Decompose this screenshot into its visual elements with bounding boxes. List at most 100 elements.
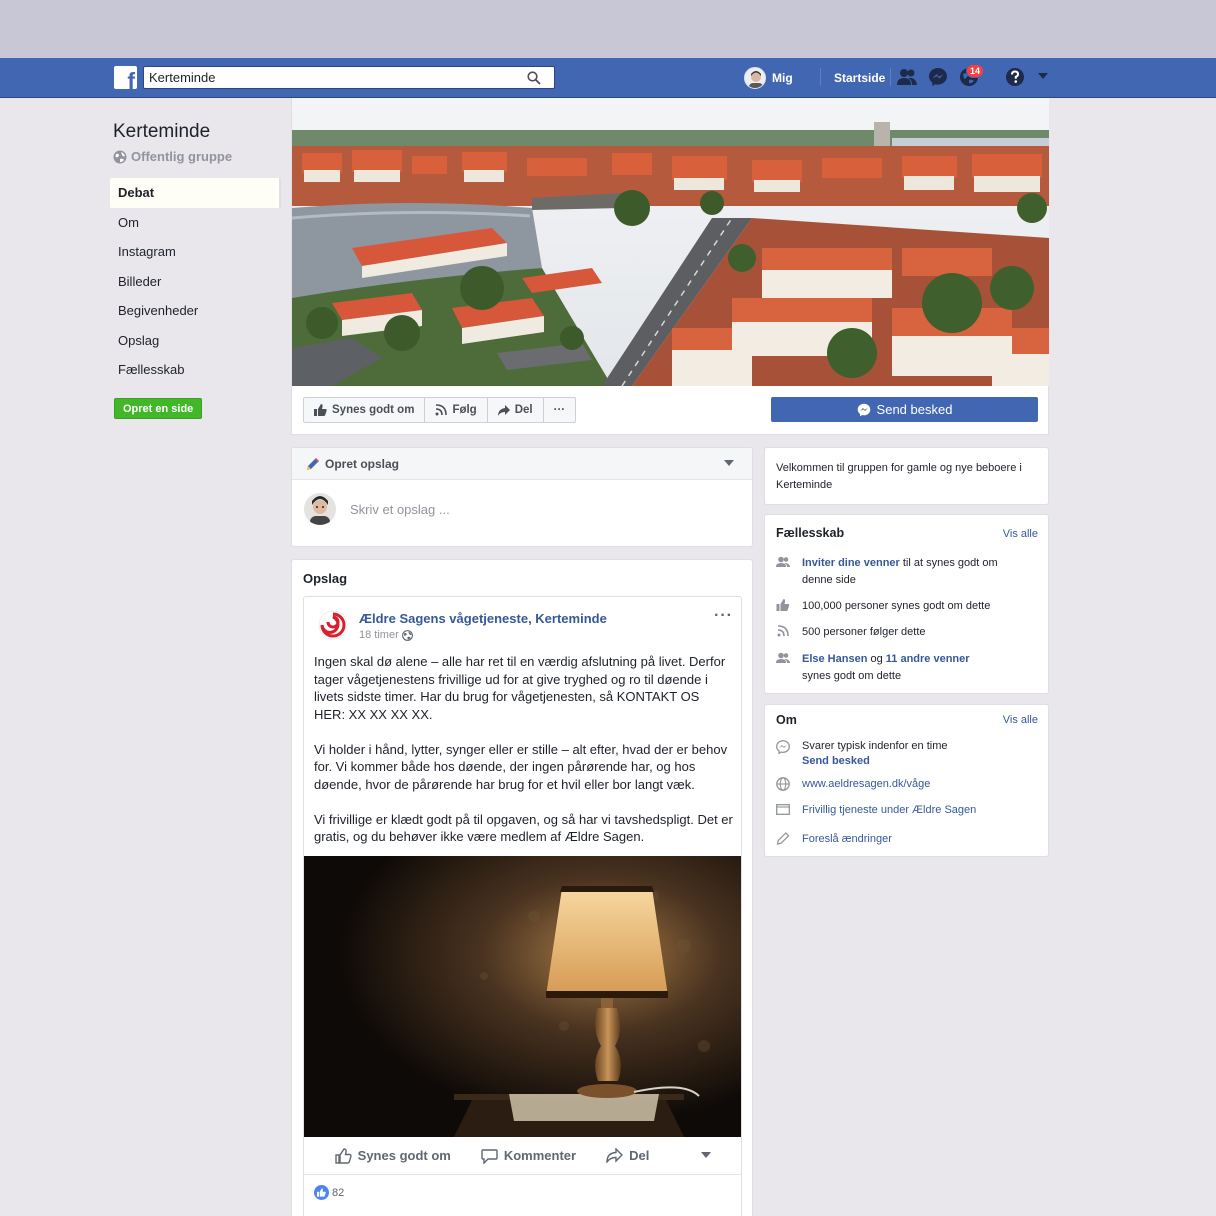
home-label: Startside [834,71,886,85]
share-label: Del [514,404,533,416]
website-row: www.aeldresagen.dk/våge [776,776,930,793]
post-share-label: Del [629,1148,650,1163]
post-text: Ingen skal dø alene – alle har ret til e… [314,653,734,863]
post-comment-button[interactable]: Kommenter [481,1148,576,1164]
invite-friends-row: Inviter dine venner til at synes godt om… [776,555,1016,589]
post-share-button[interactable]: Del [606,1148,649,1163]
category-row: Frivillig tjeneste under Ældre Sagen [776,802,976,819]
people-icon [776,652,790,663]
community-title: Fællesskab [776,526,845,540]
about-see-all-link[interactable]: Vis alle [1003,714,1038,726]
post-author-link[interactable]: Ældre Sagens vågetjeneste, Kerteminde [359,611,607,626]
nav-item-billeder[interactable]: Billeder [110,267,281,297]
search-input[interactable] [144,67,514,88]
nav-item-faellesskab[interactable]: Fællesskab [110,355,281,385]
response-text: Svarer typisk indenfor en time [802,740,948,752]
cover-action-group: Synes godt om Følg Del ··· [303,397,577,423]
post-timestamp[interactable]: 18 timer [359,629,413,641]
cover-card: Synes godt om Følg Del ··· Send besked [291,98,1049,435]
search-button[interactable] [514,67,554,88]
profile-name: Mig [772,71,793,85]
home-link[interactable]: Startside [834,58,885,98]
nav-item-debat[interactable]: Debat [110,178,281,208]
send-message-button[interactable]: Send besked [771,397,1038,422]
community-card: Fællesskab Vis alle Inviter dine venner … [764,514,1049,694]
friends-like-text: synes godt om dette [802,670,902,682]
feed-title: Opslag [303,571,348,586]
chevron-down-icon[interactable] [1038,73,1048,80]
nav-item-om[interactable]: Om [110,208,281,238]
other-friends-link[interactable]: 11 andre venner [886,653,970,665]
post-photo[interactable] [304,856,741,1137]
avatar [304,493,336,525]
nav-item-begivenheder[interactable]: Begivenheder [110,296,281,326]
invite-friends-link[interactable]: Inviter dine venner [802,557,900,569]
follow-button[interactable]: Følg [425,398,488,422]
suggest-edits-link[interactable]: Foreslå ændringer [802,831,892,848]
follows-row: 500 personer følger dette [776,624,926,641]
help-icon[interactable] [1005,67,1025,87]
pencil-icon [776,832,790,845]
nav-divider [820,68,821,86]
about-send-message-link[interactable]: Send besked [802,755,870,767]
rss-icon [435,404,448,416]
avatar [744,67,766,89]
create-page-button[interactable]: Opret en side [114,398,203,419]
share-arrow-icon [497,404,510,416]
like-page-button[interactable]: Synes godt om [304,398,426,422]
friend-and-text: og [867,653,886,665]
friend-name-link[interactable]: Else Hansen [802,653,867,665]
globe-icon [113,150,127,163]
feed-card: Opslag Ældre Sagens vågetjeneste, Kertem… [291,559,753,1216]
profile-link[interactable]: Mig [744,58,793,98]
globe-icon [401,629,413,641]
like-reaction-icon [314,1185,329,1200]
likes-text: 100,000 personer synes godt om dette [802,600,991,612]
cover-photo[interactable] [292,98,1049,386]
rss-icon [777,625,789,637]
messenger-icon[interactable] [928,67,948,87]
notification-badge: 14 [966,64,985,78]
messenger-icon [857,403,870,416]
share-arrow-icon [606,1148,624,1163]
follow-label: Følg [452,404,477,416]
nav-divider [890,68,891,86]
group-title[interactable]: Kerteminde [113,121,210,143]
likes-count: 82 [332,1186,345,1199]
more-options-button[interactable]: ··· [544,398,576,422]
post-time-label: 18 timer [359,629,399,641]
share-button[interactable]: Del [488,398,544,422]
response-row: Svarer typisk indenfor en time Send beske… [776,739,948,768]
welcome-text: Velkommen til gruppen for gamle og nye b… [776,462,1022,491]
category-link[interactable]: Frivillig tjeneste under Ældre Sagen [802,802,976,819]
friend-requests-icon[interactable] [896,68,918,86]
post-paragraph: Ingen skal dø alene – alle har ret til e… [314,654,726,722]
more-options-label: ··· [553,404,566,416]
chevron-down-icon[interactable] [701,1152,712,1159]
thumbs-up-icon [314,404,327,416]
author-logo-icon[interactable] [318,610,348,640]
post-paragraph: Vi holder i hånd, lytter, synger eller e… [314,741,728,792]
like-page-label: Synes godt om [332,404,415,416]
post-options-button[interactable]: ··· [714,607,733,625]
facebook-logo-icon[interactable]: f [114,66,137,89]
browser-top-strip [0,0,1216,58]
community-see-all-link[interactable]: Vis alle [1003,528,1038,540]
post-reactions[interactable]: 82 [314,1185,344,1200]
group-privacy: Offentlig gruppe [113,149,232,164]
composer-card: Opret opslag [291,447,753,547]
group-navigation: Debat Om Instagram Billeder Begivenheder… [110,178,281,385]
composer-input[interactable] [350,501,650,517]
website-link[interactable]: www.aeldresagen.dk/våge [802,776,930,793]
thumbs-up-icon [776,599,790,611]
nav-item-instagram[interactable]: Instagram [110,237,281,267]
comment-icon [481,1148,498,1164]
send-message-label: Send besked [876,402,953,417]
post-comment-label: Kommenter [503,1148,577,1163]
composer-header[interactable]: Opret opslag [292,448,752,480]
friends-like-row: Else Hansen og 11 andre venner synes god… [776,651,1016,685]
chevron-down-icon[interactable] [724,460,734,467]
nav-item-opslag[interactable]: Opslag [110,326,281,356]
post-like-button[interactable]: Synes godt om [334,1147,451,1164]
composer-body [292,480,752,538]
